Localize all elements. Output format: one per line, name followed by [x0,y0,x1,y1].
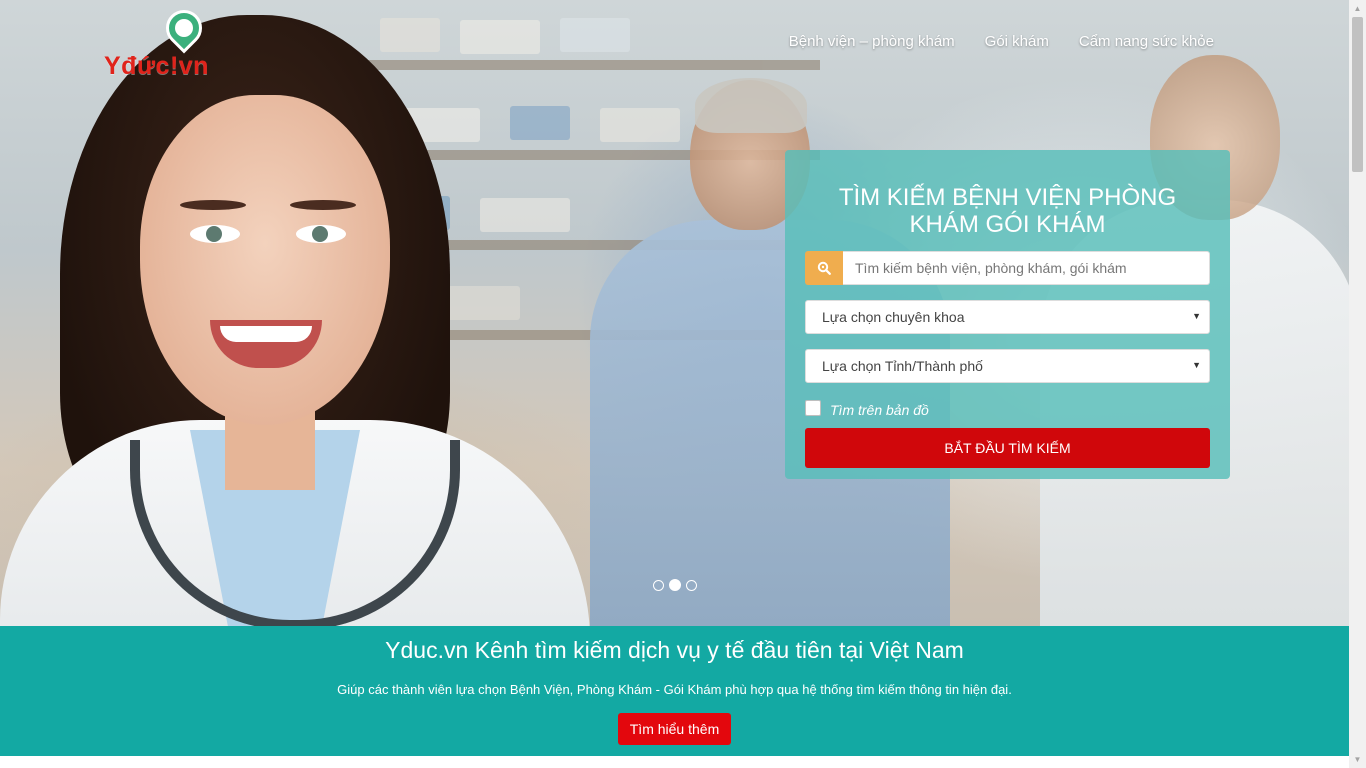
search-panel: TÌM KIẾM BỆNH VIỆN PHÒNG KHÁM GÓI KHÁM L… [785,150,1230,479]
nav-hospitals-clinics[interactable]: Bệnh viện – phòng khám [789,33,955,50]
search-panel-title: TÌM KIẾM BỆNH VIỆN PHÒNG KHÁM GÓI KHÁM [838,184,1177,238]
chevron-down-icon: ▼ [1192,360,1201,370]
main-nav: Bệnh viện – phòng khám Gói khám Cẩm nang… [789,33,1214,50]
map-search-checkbox[interactable] [805,400,821,416]
page-scrollbar[interactable]: ▲ ▼ [1349,0,1366,768]
intro-banner: Yduc.vn Kênh tìm kiếm dịch vụ y tế đầu t… [0,626,1349,756]
map-search-option: Tìm trên bản đồ [805,399,1210,418]
banner-title: Yduc.vn Kênh tìm kiếm dịch vụ y tế đầu t… [385,637,964,663]
search-input[interactable] [843,251,1210,285]
map-search-label[interactable]: Tìm trên bản đồ [830,402,929,418]
nav-health-handbook[interactable]: Cẩm nang sức khỏe [1079,33,1214,50]
search-icon-box[interactable] [805,251,843,285]
nav-packages[interactable]: Gói khám [985,33,1049,50]
carousel-dot-2[interactable] [669,579,681,591]
carousel-dot-1[interactable] [653,579,664,591]
start-search-button[interactable]: BẮT ĐẦU TÌM KIẾM [805,428,1210,468]
site-logo[interactable]: Yđức!vn [104,2,234,85]
learn-more-button[interactable]: Tìm hiểu thêm [617,713,732,745]
search-row [805,251,1210,285]
specialty-select-value: Lựa chọn chuyên khoa [822,309,965,325]
banner-subtitle: Giúp các thành viên lựa chọn Bệnh Viện, … [337,682,1012,697]
search-icon [817,261,831,275]
logo-text: Yđức!vn [104,52,209,80]
scrollbar-thumb[interactable] [1352,17,1363,172]
chevron-down-icon: ▼ [1192,311,1201,321]
scroll-down-arrow-icon[interactable]: ▼ [1349,751,1366,768]
scroll-up-arrow-icon[interactable]: ▲ [1349,0,1366,17]
specialty-select[interactable]: Lựa chọn chuyên khoa ▼ [805,300,1210,334]
province-select-value: Lựa chọn Tỉnh/Thành phố [822,358,983,374]
carousel-indicators [653,579,697,591]
province-select[interactable]: Lựa chọn Tỉnh/Thành phố ▼ [805,349,1210,383]
carousel-dot-3[interactable] [686,579,697,591]
